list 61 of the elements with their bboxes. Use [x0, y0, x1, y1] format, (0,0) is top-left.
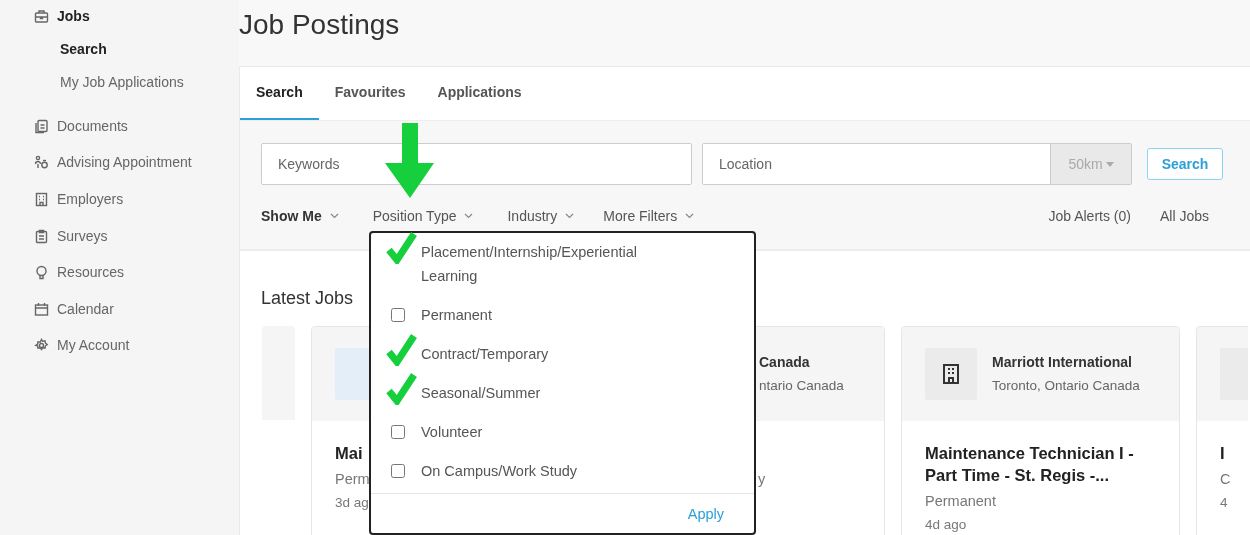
checkbox[interactable]: [391, 464, 405, 478]
posted-date: 4: [1220, 494, 1228, 512]
chevron-down-icon: [329, 213, 339, 219]
logo-image: [335, 348, 369, 400]
sidebar-item[interactable]: Calendar: [0, 290, 239, 328]
option-label: Seasonal/Summer: [421, 384, 542, 403]
checkbox[interactable]: [391, 308, 405, 322]
job-title[interactable]: Maintenance Technician I - Part Time - St. Regis -...: [925, 442, 1156, 486]
option-label: Volunteer: [421, 423, 484, 442]
company-name: Marriott International: [992, 353, 1133, 372]
checkbox[interactable]: [391, 425, 405, 439]
briefcase-icon: [34, 9, 49, 24]
company-location: Toronto, Ontario Canada: [992, 377, 1140, 395]
clipboard-icon: [34, 228, 49, 244]
sidebar-item[interactable]: Surveys: [0, 217, 239, 255]
job-type: C: [1220, 470, 1231, 489]
option-label: Placement/Internship/Experiential Learning: [421, 243, 638, 286]
sidebar-item[interactable]: Documents: [0, 108, 239, 145]
job-title[interactable]: Mai: [335, 442, 363, 464]
posted-date: 3d ag: [335, 494, 369, 512]
gear-icon: [34, 338, 49, 354]
calendar-icon: [34, 301, 49, 317]
option-label: On Campus/Work Study: [421, 462, 579, 481]
job-card[interactable]: I C 4: [1196, 326, 1248, 535]
option-label: Contract/Temporary: [421, 345, 550, 364]
lightbulb-icon: [34, 265, 49, 281]
filter-dropdown[interactable]: Industry: [507, 205, 575, 227]
document-icon: [34, 118, 49, 134]
job-card[interactable]: Marriott International Toronto, Ontario Canada Maintenance Technician I - Part Time - St. Regis -... Permanent 4d ago: [901, 326, 1180, 535]
filter-link[interactable]: All Jobs: [1159, 205, 1209, 227]
job-type: Permanent: [925, 492, 996, 511]
sidebar-item[interactable]: Jobs: [0, 0, 239, 33]
building-icon: [34, 192, 49, 207]
chevron-down-icon: [685, 213, 695, 219]
filter-dropdown[interactable]: Position Type: [372, 205, 474, 227]
job-type: Perm: [335, 470, 370, 489]
building-icon: [942, 364, 960, 384]
filter-link[interactable]: Job Alerts (0): [1048, 205, 1131, 227]
sidebar-item[interactable]: Employers: [0, 181, 239, 218]
people-icon: [34, 155, 49, 171]
job-title[interactable]: I: [1220, 442, 1225, 464]
chevron-down-icon: [565, 213, 575, 219]
company-name: Canada: [758, 353, 811, 372]
sidebar-item[interactable]: Resources: [0, 254, 239, 291]
sidebar-subitem[interactable]: Search: [0, 33, 239, 66]
company-location: ntario Canada: [758, 377, 844, 395]
keywords-field[interactable]: Keywords: [261, 143, 692, 185]
tab[interactable]: Favourites: [318, 67, 422, 120]
sidebar-item[interactable]: Advising Appointment: [0, 144, 239, 182]
tab[interactable]: Applications: [421, 67, 538, 120]
option-label: Permanent: [421, 306, 493, 325]
caret-icon: [1105, 161, 1114, 167]
sidebar-subitem[interactable]: My Job Applications: [0, 66, 239, 99]
job-type: y: [758, 470, 766, 489]
posted-date: 4d ago: [925, 516, 967, 534]
section-heading: Latest Jobs: [261, 287, 355, 310]
chevron-down-icon: [464, 213, 474, 219]
filter-dropdown[interactable]: Show Me: [261, 205, 339, 227]
page-title: Job Postings: [239, 8, 401, 43]
filter-dropdown[interactable]: More Filters: [603, 205, 695, 227]
sidebar-item[interactable]: My Account: [0, 327, 239, 365]
